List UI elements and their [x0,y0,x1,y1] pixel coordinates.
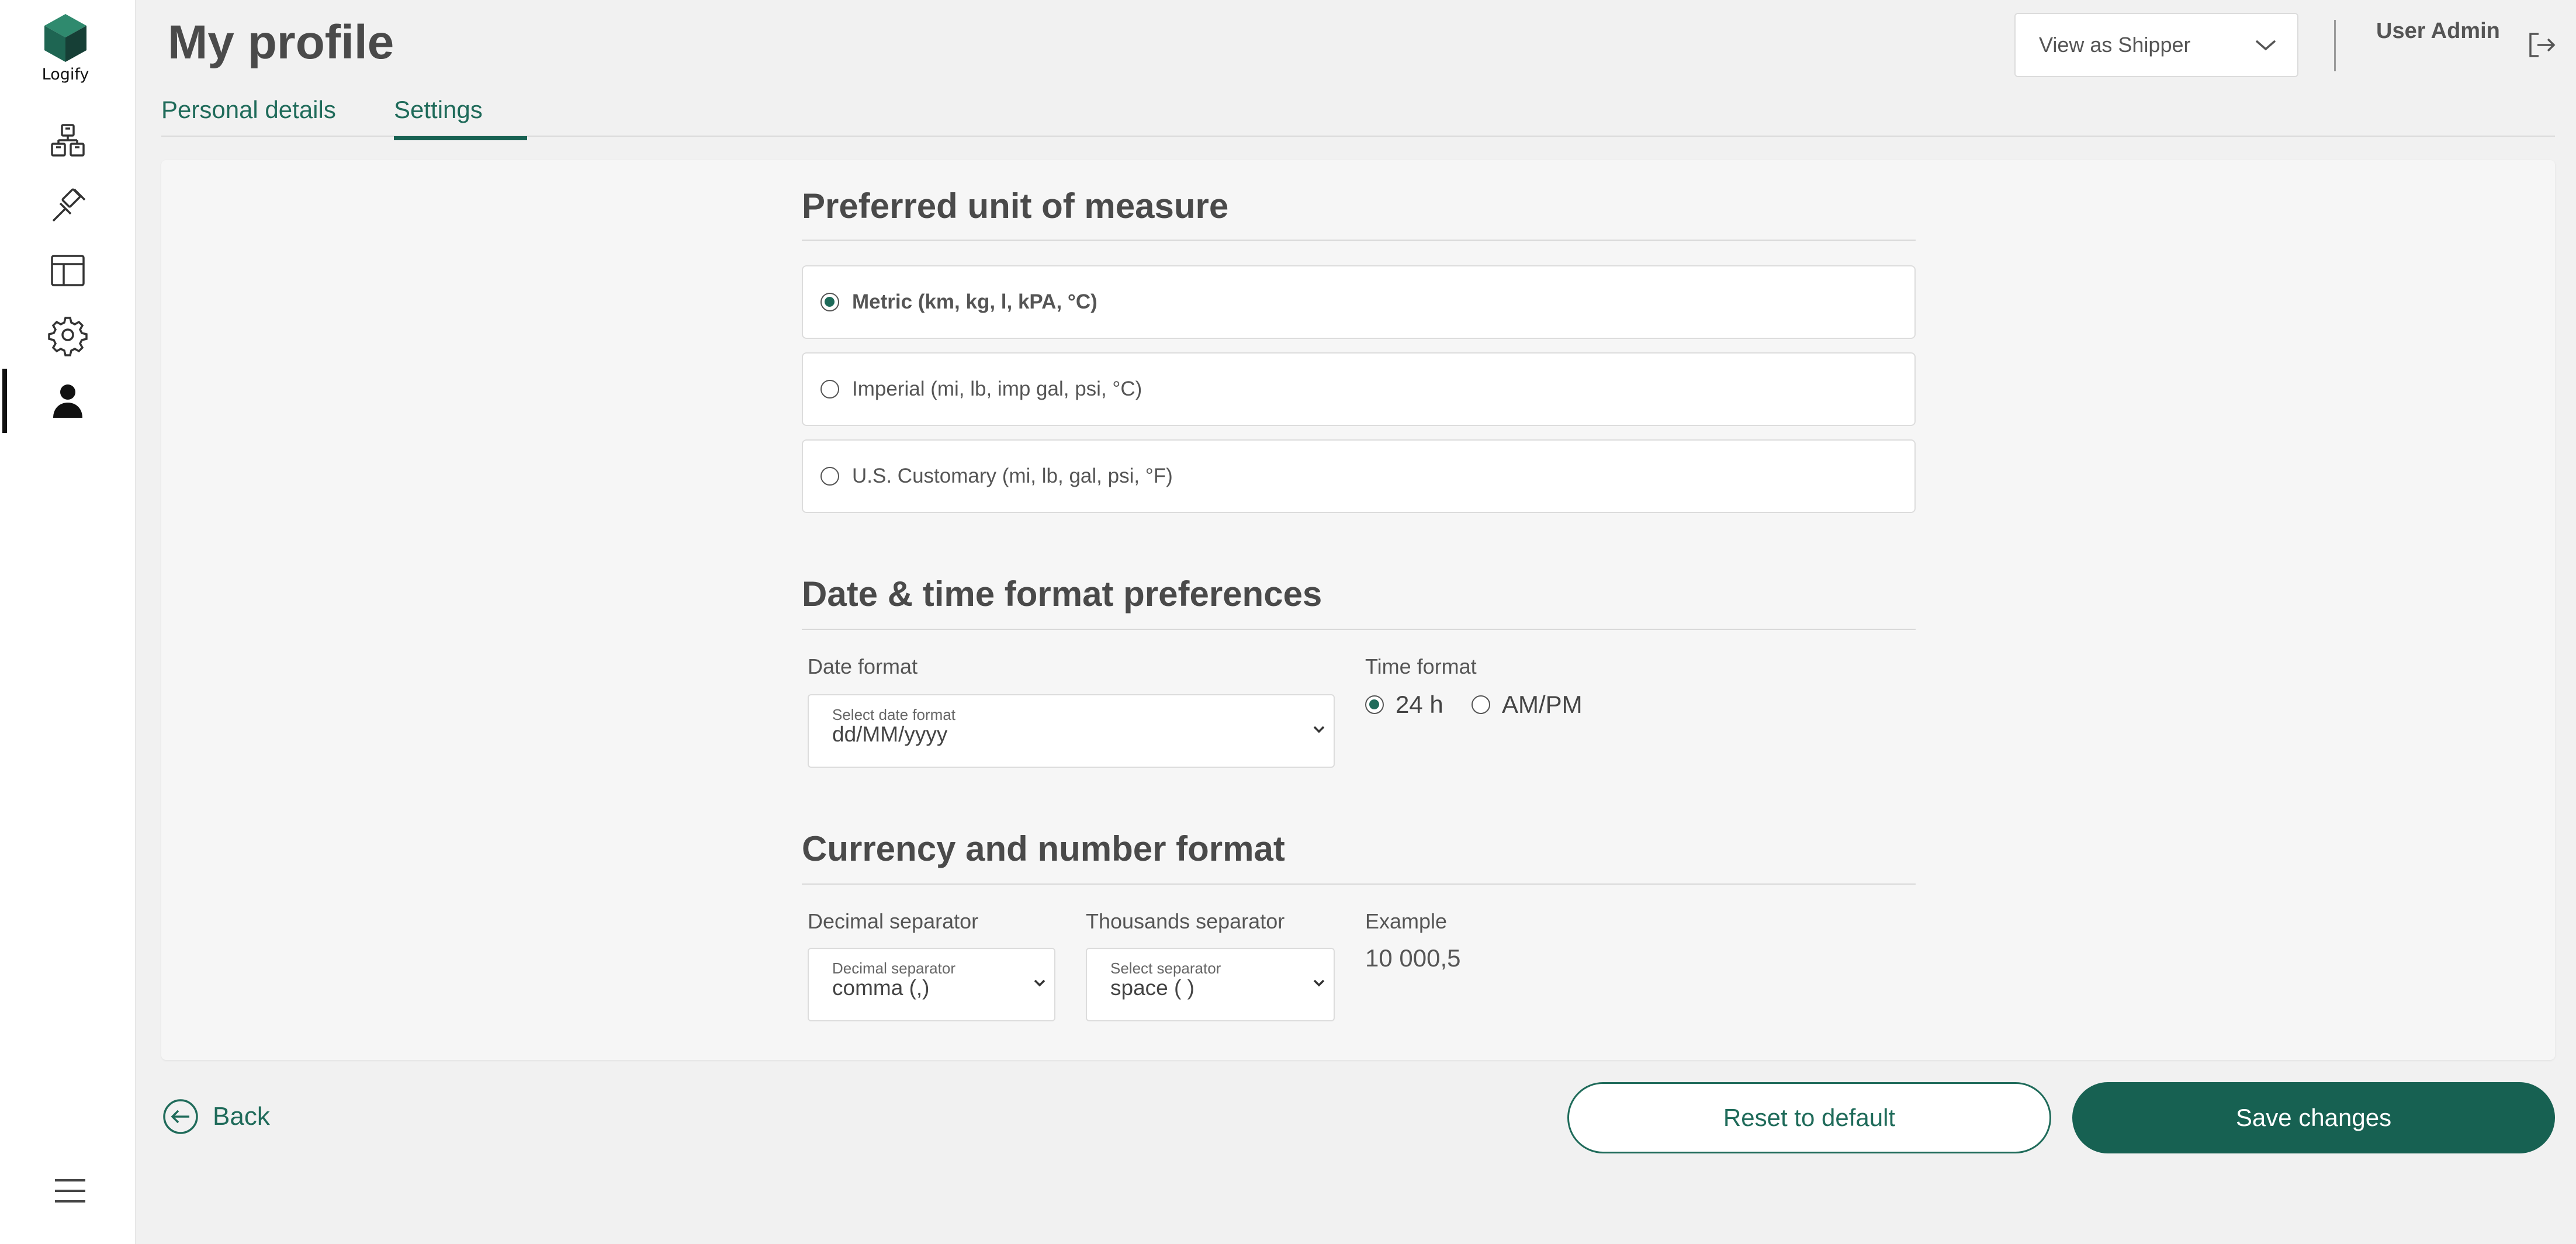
chevron-down-icon [1034,979,1045,987]
thousands-separator-label: Thousands separator [1086,909,1285,933]
decimal-separator-select[interactable]: Decimal separator comma (,) [808,948,1055,1021]
radio-us-customary[interactable] [820,467,839,486]
section-divider [802,240,1916,241]
chevron-down-icon [2255,40,2276,51]
thousands-separator-value: space ( ) [1110,976,1194,1000]
thousands-separator-hint: Select separator [1110,959,1221,977]
logo[interactable]: Logify [37,13,94,84]
sidebar: Logify [0,0,136,1244]
hamburger-icon [55,1179,85,1203]
view-as-label: View as Shipper [2039,33,2191,57]
radio-imperial[interactable] [820,380,839,399]
sidebar-item-profile[interactable] [0,369,136,433]
header-divider [2334,20,2336,71]
example-value: 10 000,5 [1365,944,1461,972]
unit-option-imperial[interactable]: Imperial (mi, lb, imp gal, psi, °C) [802,352,1916,426]
logout-icon[interactable] [2526,29,2557,61]
unit-option-label: Metric (km, kg, l, kPA, °C) [852,290,1097,313]
time-option-ampm[interactable]: AM/PM [1471,691,1583,719]
unit-option-metric[interactable]: Metric (km, kg, l, kPA, °C) [802,265,1916,339]
time-option-label: 24 h [1396,691,1443,718]
gavel-icon [52,188,86,222]
arrow-left-circle-icon [163,1099,198,1134]
section-divider [802,629,1916,630]
view-as-select[interactable]: View as Shipper [2014,13,2298,77]
decimal-separator-value: comma (,) [832,976,930,1000]
time-format-label: Time format [1365,654,1477,678]
unit-option-us-customary[interactable]: U.S. Customary (mi, lb, gal, psi, °F) [802,439,1916,513]
back-link[interactable]: Back [162,1099,270,1135]
radio-ampm[interactable] [1471,695,1490,714]
sidebar-item-auctions[interactable] [0,174,136,238]
unit-option-label: U.S. Customary (mi, lb, gal, psi, °F) [852,465,1173,487]
tab-settings[interactable]: Settings [394,96,527,140]
reset-to-default-button[interactable]: Reset to default [1567,1082,2051,1153]
menu-button[interactable] [42,1163,98,1219]
user-name[interactable]: User Admin [2376,19,2500,44]
gear-icon [48,317,88,356]
profile-tabs: Personal details Settings [161,93,2555,140]
decimal-separator-hint: Decimal separator [832,959,955,977]
date-format-label: Date format [808,654,918,678]
tab-personal-details[interactable]: Personal details [161,96,336,136]
sidebar-item-dashboard[interactable] [0,238,136,303]
page-title: My profile [168,16,394,69]
layout-icon [51,255,85,286]
decimal-separator-label: Decimal separator [808,909,979,933]
datetime-section-title: Date & time format preferences [802,574,1322,614]
date-format-hint: Select date format [832,706,955,723]
logo-text: Logify [41,65,89,84]
chevron-down-icon [1313,726,1325,733]
sidebar-item-settings[interactable] [0,303,136,367]
date-format-select[interactable]: Select date format dd/MM/yyyy [808,694,1335,768]
example-label: Example [1365,909,1448,933]
radio-24h[interactable] [1365,695,1384,714]
chevron-down-icon [1313,979,1325,987]
back-label: Back [213,1102,270,1131]
section-divider [802,883,1916,885]
sidebar-item-orders[interactable] [0,110,136,174]
unit-option-label: Imperial (mi, lb, imp gal, psi, °C) [852,377,1142,400]
time-option-24h[interactable]: 24 h [1365,691,1443,719]
thousands-separator-select[interactable]: Select separator space ( ) [1086,948,1335,1021]
logo-cube-icon [44,14,86,62]
save-changes-button[interactable]: Save changes [2072,1082,2555,1153]
boxes-icon [51,124,85,157]
time-option-label: AM/PM [1502,691,1583,718]
user-icon [53,384,82,418]
date-format-value: dd/MM/yyyy [832,722,948,746]
radio-metric[interactable] [820,293,839,311]
units-section-title: Preferred unit of measure [802,186,1229,226]
currency-section-title: Currency and number format [802,829,1285,868]
